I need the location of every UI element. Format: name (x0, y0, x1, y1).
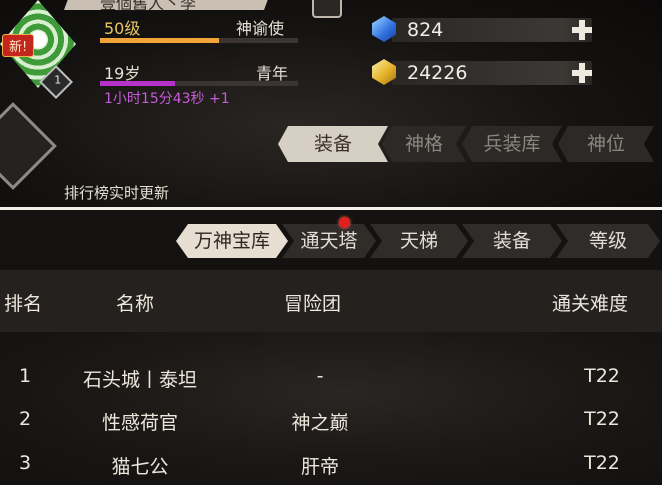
subtab-equipment[interactable]: 装备 (462, 224, 562, 258)
diamond-count: 824 (407, 19, 444, 41)
tab-equipment[interactable]: 装备 (278, 126, 388, 162)
player-title: 神谕使 (236, 19, 285, 38)
level-progress-fill (100, 38, 219, 43)
header-difficulty: 通关难度 (552, 293, 629, 315)
add-gold-button[interactable] (570, 61, 594, 85)
row-name: 石头城丨泰坦 (82, 369, 197, 391)
age-progress-bar (100, 81, 298, 86)
tab-armory[interactable]: 兵装库 (462, 126, 562, 162)
add-diamond-button[interactable] (570, 18, 594, 42)
row-team: - (316, 365, 324, 387)
subtab-ladder[interactable]: 天梯 (370, 224, 468, 258)
header-name: 名称 (116, 293, 155, 315)
row-rank: 2 (18, 408, 32, 430)
age-progress-fill (100, 81, 176, 86)
header-team: 冒险团 (284, 293, 342, 315)
subtab-level[interactable]: 等级 (556, 224, 660, 258)
row-rank: 3 (18, 452, 32, 474)
row-difficulty: T22 (584, 365, 620, 387)
update-notice: 排行榜实时更新 (64, 184, 170, 202)
row-team: 神之巅 (291, 412, 349, 434)
row-difficulty: T22 (584, 452, 620, 474)
new-badge: 新! (2, 34, 35, 57)
row-difficulty: T22 (584, 408, 620, 430)
level-progress-bar (100, 38, 298, 43)
subtab-pantheon-vault[interactable]: 万神宝库 (176, 224, 288, 258)
row-name: 性感荷官 (101, 412, 178, 434)
tab-god-rank[interactable]: 神位 (558, 126, 654, 162)
gold-count: 24226 (407, 62, 468, 84)
tab-divinity[interactable]: 神格 (382, 126, 466, 162)
notification-dot (339, 217, 350, 228)
player-level: 50级 (104, 19, 141, 38)
player-name: 壹個舊人丶李 (100, 0, 197, 13)
row-team: 肝帝 (300, 456, 339, 478)
age-timer: 1小时15分43秒 +1 (104, 91, 230, 107)
row-rank: 1 (18, 365, 32, 387)
share-icon[interactable] (312, 0, 342, 18)
row-name: 猫七公 (111, 456, 169, 478)
header-rank: 排名 (4, 293, 43, 315)
subtab-sky-tower[interactable]: 通天塔 (282, 224, 376, 258)
